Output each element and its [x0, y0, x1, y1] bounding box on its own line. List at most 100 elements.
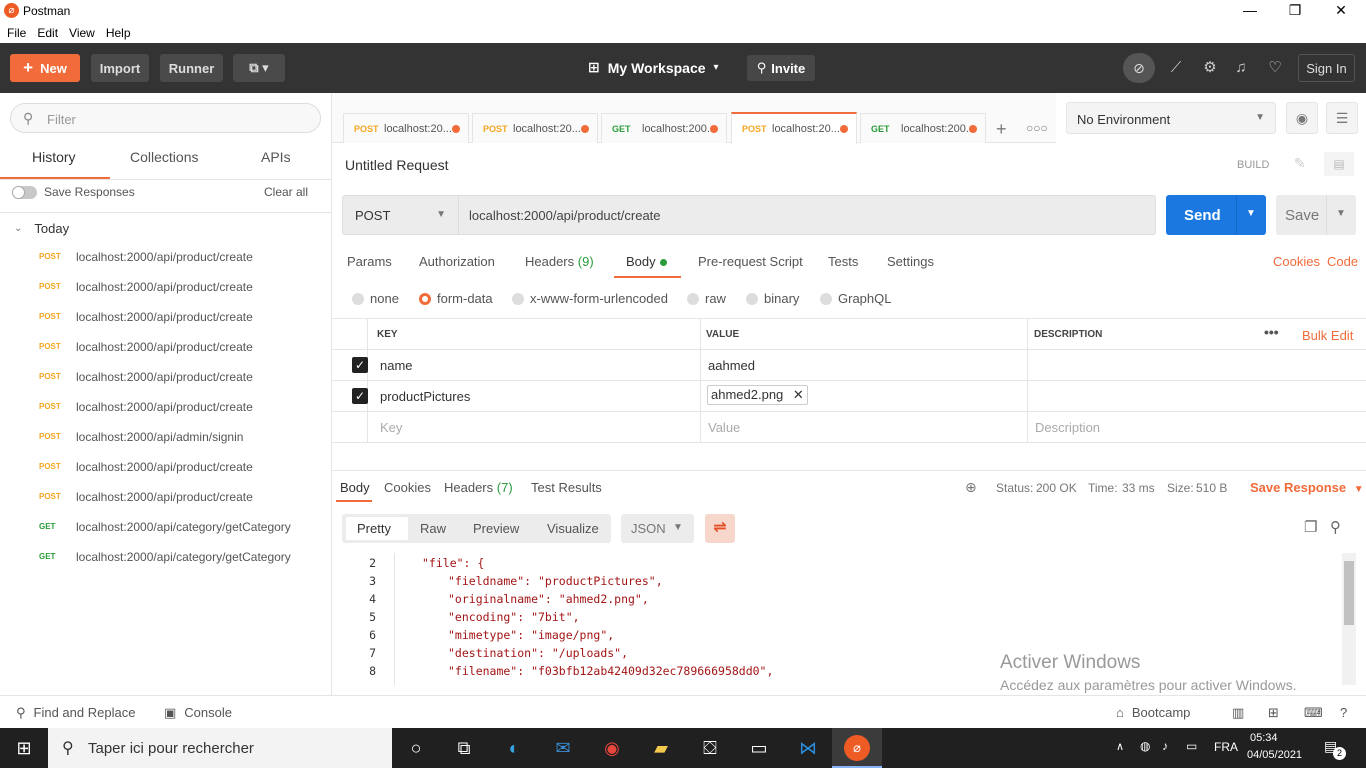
value-input[interactable]: Value	[701, 412, 1028, 442]
view-pretty[interactable]: Pretty	[357, 521, 391, 536]
history-item[interactable]: POST localhost:2000/api/product/create	[0, 363, 331, 393]
chrome-icon[interactable]: ◉	[598, 736, 626, 760]
store-icon[interactable]: ⛋	[696, 736, 724, 760]
close-button[interactable]: ✕	[1326, 2, 1356, 20]
windows-start-icon[interactable]: ⊞	[0, 728, 48, 768]
volume-icon[interactable]: ♪	[1162, 739, 1168, 753]
mail-icon[interactable]: ✉	[549, 736, 577, 760]
tab-prerequest-script[interactable]: Pre-request Script	[698, 254, 803, 269]
body-mode-none[interactable]: none	[352, 291, 399, 306]
task-view-icon[interactable]: ⧉	[450, 736, 478, 760]
comments-icon[interactable]: ▤	[1324, 152, 1354, 176]
filter-input[interactable]: ⚲ Filter	[10, 103, 321, 133]
eye-icon[interactable]: ◉	[1286, 102, 1318, 134]
history-item[interactable]: POST localhost:2000/api/product/create	[0, 393, 331, 423]
description-cell[interactable]	[1028, 381, 1366, 411]
menu-file[interactable]: File	[7, 26, 26, 40]
workspace-dropdown[interactable]: ⊞ My Workspace ▾	[588, 59, 719, 76]
history-item[interactable]: POST localhost:2000/api/product/create	[0, 483, 331, 513]
tab-body[interactable]: Body	[626, 254, 667, 269]
tab-apis[interactable]: APIs	[261, 149, 291, 165]
send-button[interactable]: Send ▼	[1166, 195, 1266, 235]
bulk-edit-button[interactable]: Bulk Edit	[1302, 328, 1353, 343]
clear-all-button[interactable]: Clear all	[264, 185, 308, 199]
terminal-icon[interactable]: ▭	[745, 736, 773, 760]
body-mode-urlencoded[interactable]: x-www-form-urlencoded	[512, 291, 668, 306]
request-name[interactable]: Untitled Request	[345, 157, 449, 173]
history-item[interactable]: POST localhost:2000/api/product/create	[0, 453, 331, 483]
two-pane-icon[interactable]: ▥	[1232, 705, 1244, 721]
request-tab-active[interactable]: POST localhost:20...	[731, 112, 857, 144]
taskbar-search-input[interactable]: ⚲ Taper ici pour rechercher	[48, 728, 392, 768]
layout-icon[interactable]: ⊞	[1268, 705, 1279, 721]
history-item[interactable]: POST localhost:2000/api/product/create	[0, 303, 331, 333]
code-scrollbar[interactable]	[1342, 553, 1356, 685]
language-select[interactable]: JSON ▼	[621, 514, 694, 543]
key-cell[interactable]: name	[368, 350, 701, 380]
history-group-today[interactable]: ⌄ Today	[14, 221, 69, 236]
body-mode-binary[interactable]: binary	[746, 291, 799, 306]
tab-history[interactable]: History	[32, 149, 76, 165]
bootcamp-button[interactable]: ⌂ Bootcamp	[1116, 705, 1190, 720]
environment-select[interactable]: No Environment ▼	[1066, 102, 1276, 134]
request-tab[interactable]: GET localhost:200...	[860, 113, 986, 143]
build-mode-label[interactable]: BUILD	[1237, 159, 1269, 171]
invite-button[interactable]: ⚲ Invite	[747, 55, 815, 81]
response-tab-cookies[interactable]: Cookies	[384, 480, 431, 495]
globe-icon[interactable]: ⊕	[965, 479, 977, 496]
satellite-icon[interactable]: ⟋	[1166, 58, 1186, 78]
input-language[interactable]: FRA	[1214, 740, 1238, 754]
menu-view[interactable]: View	[69, 26, 95, 40]
response-tab-test-results[interactable]: Test Results	[531, 480, 602, 495]
history-item[interactable]: POST localhost:2000/api/product/create	[0, 243, 331, 273]
value-cell[interactable]: aahmed	[701, 350, 1028, 380]
code-link[interactable]: Code	[1327, 254, 1358, 269]
request-tab[interactable]: POST localhost:20...	[472, 113, 598, 143]
clock-date[interactable]: 04/05/2021	[1247, 749, 1302, 761]
tab-headers[interactable]: Headers (9)	[525, 254, 594, 269]
value-cell[interactable]: ahmed2.png ✕	[701, 381, 1028, 411]
description-cell[interactable]	[1028, 350, 1366, 380]
network-icon[interactable]: ◍	[1140, 739, 1150, 753]
postman-taskbar-item[interactable]: ⌀	[832, 728, 882, 768]
cortana-icon[interactable]: ○	[402, 736, 430, 760]
description-input[interactable]: Description	[1028, 412, 1366, 442]
key-cell[interactable]: productPictures	[368, 381, 701, 411]
view-raw[interactable]: Raw	[420, 521, 446, 536]
response-tab-headers[interactable]: Headers (7)	[444, 480, 513, 495]
gear-icon[interactable]: ⚙	[1200, 58, 1220, 78]
chevron-up-icon[interactable]: ∧	[1116, 740, 1124, 753]
history-item[interactable]: POST localhost:2000/api/admin/signin	[0, 423, 331, 453]
body-mode-graphql[interactable]: GraphQL	[820, 291, 891, 306]
console-button[interactable]: ▣ Console	[164, 705, 232, 721]
pencil-icon[interactable]: ✎	[1294, 155, 1306, 172]
keyboard-icon[interactable]: ⌨	[1304, 705, 1323, 721]
maximize-button[interactable]: ❐	[1280, 2, 1310, 20]
heart-icon[interactable]: ♡	[1265, 58, 1285, 78]
more-tabs-icon[interactable]: ○○○	[1026, 121, 1048, 135]
vscode-icon[interactable]: ⋈	[794, 736, 822, 760]
clock-time[interactable]: 05:34	[1250, 732, 1278, 744]
minimize-button[interactable]: —	[1235, 2, 1265, 20]
tab-authorization[interactable]: Authorization	[419, 254, 495, 269]
request-tab[interactable]: GET localhost:200...	[601, 113, 727, 143]
search-icon[interactable]: ⚲	[1330, 518, 1341, 536]
cookies-link[interactable]: Cookies	[1273, 254, 1320, 269]
row-checkbox[interactable]: ✓	[352, 357, 368, 373]
chevron-down-icon[interactable]: ▼	[1246, 208, 1256, 219]
menu-edit[interactable]: Edit	[37, 26, 58, 40]
save-response-button[interactable]: Save Response ▼	[1250, 480, 1364, 495]
import-button[interactable]: Import	[91, 54, 149, 82]
file-explorer-icon[interactable]: ▰	[647, 736, 675, 760]
view-visualize[interactable]: Visualize	[547, 521, 599, 536]
history-item[interactable]: POST localhost:2000/api/product/create	[0, 273, 331, 303]
key-input[interactable]: Key	[368, 412, 701, 442]
tab-tests[interactable]: Tests	[828, 254, 858, 269]
body-mode-form-data[interactable]: form-data	[419, 291, 493, 306]
sync-off-icon[interactable]: ⊘	[1123, 53, 1155, 83]
sign-in-button[interactable]: Sign In	[1298, 54, 1355, 82]
copy-icon[interactable]: ❐	[1304, 518, 1317, 536]
tab-collections[interactable]: Collections	[130, 149, 198, 165]
menu-help[interactable]: Help	[106, 26, 131, 40]
response-tab-body[interactable]: Body	[340, 480, 370, 495]
